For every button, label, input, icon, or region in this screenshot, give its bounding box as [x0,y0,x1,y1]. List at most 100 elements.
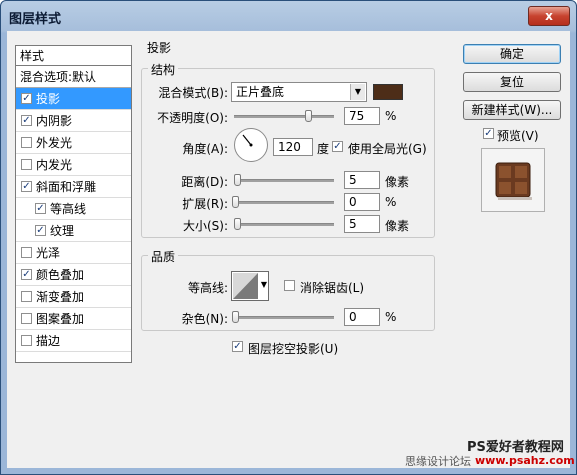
reset-button[interactable]: 复位 [463,72,561,92]
opacity-slider-thumb[interactable] [305,110,312,122]
style-item-checkbox[interactable] [21,159,32,170]
angle-needle-icon [242,134,253,147]
style-item[interactable]: ✓ 斜面和浮雕 [16,176,131,198]
preview-checkbox[interactable]: ✓ [483,128,494,139]
style-item-checkbox[interactable] [21,247,32,258]
knockout-label: 图层挖空投影(U) [248,342,339,356]
spread-label: 扩展(R): [182,197,228,211]
chevron-down-icon: ▼ [260,280,267,289]
anti-alias-label: 消除锯齿(L) [300,281,365,295]
contour-curve-icon [233,273,258,299]
size-unit: 像素 [385,219,410,233]
noise-label: 杂色(N): [181,312,228,326]
style-item-label: 内发光 [36,157,73,172]
style-item-label: 颜色叠加 [36,267,85,282]
preview-label: 预览(V) [497,129,539,143]
new-style-button[interactable]: 新建样式(W)... [463,100,561,120]
size-input[interactable]: 5 [344,215,380,233]
shadow-color-swatch[interactable] [373,84,403,100]
noise-input[interactable]: 0 [344,308,380,326]
size-slider[interactable] [234,218,334,230]
blend-mode-select[interactable]: 正片叠底 ▼ [231,82,367,102]
style-item[interactable]: 描边 [16,330,131,352]
close-button[interactable]: x [528,6,570,26]
size-label: 大小(S): [182,219,228,233]
style-item[interactable]: ✓ 纹理 [16,220,131,242]
blend-mode-value: 正片叠底 [236,85,285,99]
style-item-label: 等高线 [50,201,87,216]
distance-input[interactable]: 5 [344,171,380,189]
style-item-label: 投影 [36,91,61,106]
spread-slider-thumb[interactable] [232,196,239,208]
blending-options-item[interactable]: 混合选项:默认 [16,66,131,88]
ok-button[interactable]: 确定 [463,44,561,64]
opacity-label: 不透明度(O): [157,111,228,125]
styles-header[interactable]: 样式 [16,46,131,66]
size-slider-thumb[interactable] [234,218,241,230]
angle-unit: 度 [317,142,330,156]
opacity-unit: % [385,109,397,123]
distance-slider-thumb[interactable] [234,174,241,186]
style-item[interactable]: 外发光 [16,132,131,154]
style-item-checkbox[interactable] [21,137,32,148]
knockout-checkbox[interactable]: ✓ [232,341,243,352]
structure-group: 结构 混合模式(B): 正片叠底 ▼ 不透明度(O): 75 % 角度(A): … [141,61,435,238]
angle-input[interactable]: 120 [273,138,313,156]
noise-unit: % [385,310,397,324]
style-item[interactable]: 图案叠加 [16,308,131,330]
opacity-input[interactable]: 75 [344,107,380,125]
style-item-label: 渐变叠加 [36,289,85,304]
chevron-down-icon: ▼ [350,84,365,100]
noise-slider-thumb[interactable] [232,311,239,323]
distance-unit: 像素 [385,175,410,189]
window-title: 图层样式 [9,12,62,27]
style-item[interactable]: 内发光 [16,154,131,176]
quality-group: 品质 等高线: ▼ 消除锯齿(L) 杂色(N): 0 % [141,248,435,331]
style-item[interactable]: ✓ 等高线 [16,198,131,220]
opacity-slider[interactable] [234,110,334,122]
global-light-label: 使用全局光(G) [348,142,427,156]
distance-label: 距离(D): [181,175,228,189]
title-bar[interactable]: 图层样式 x [1,1,576,31]
style-item[interactable]: ✓ 颜色叠加 [16,264,131,286]
style-item[interactable]: 渐变叠加 [16,286,131,308]
style-item-checkbox[interactable]: ✓ [21,181,32,192]
style-item-checkbox[interactable]: ✓ [35,225,46,236]
spread-input[interactable]: 0 [344,193,380,211]
style-item-label: 纹理 [50,223,75,238]
blend-mode-label: 混合模式(B): [158,86,228,100]
watermark-forum: 思缘设计论坛 [405,455,471,468]
style-item-checkbox[interactable]: ✓ [21,115,32,126]
styles-list: 样式 混合选项:默认 ✓ 投影 ✓ 内阴影 外发光 内发光 ✓ 斜面和浮雕 ✓ 等高线 ✓ 纹理 光泽 ✓… [15,45,132,363]
style-item-checkbox[interactable] [21,291,32,302]
dialog-body: 样式 混合选项:默认 ✓ 投影 ✓ 内阴影 外发光 内发光 ✓ 斜面和浮雕 ✓ 等高线 ✓ 纹理 光泽 ✓… [7,31,575,468]
global-light-checkbox[interactable]: ✓ [332,141,343,152]
structure-title: 结构 [148,61,179,78]
style-item-checkbox[interactable] [21,313,32,324]
style-item-checkbox[interactable] [21,335,32,346]
contour-label: 等高线: [187,281,228,295]
spread-unit: % [385,195,397,209]
style-item-label: 光泽 [36,245,61,260]
style-item-checkbox[interactable]: ✓ [21,93,32,104]
style-item-label: 外发光 [36,135,73,150]
contour-picker[interactable]: ▼ [231,271,269,301]
style-item[interactable]: 光泽 [16,242,131,264]
noise-slider[interactable] [232,311,334,323]
style-item-checkbox[interactable]: ✓ [35,203,46,214]
angle-label: 角度(A): [182,142,228,156]
drop-shadow-title: 投影 [145,39,174,56]
style-item-label: 描边 [36,333,61,348]
watermark-title: PS爱好者教程网 [467,440,564,455]
style-item-label: 图案叠加 [36,311,85,326]
preview-image [482,149,544,211]
spread-slider[interactable] [232,196,334,208]
style-item-checkbox[interactable]: ✓ [21,269,32,280]
style-item[interactable]: ✓ 投影 [16,88,131,110]
angle-dial[interactable] [234,128,268,162]
style-item[interactable]: ✓ 内阴影 [16,110,131,132]
anti-alias-checkbox[interactable] [284,280,295,291]
watermark-url: www.psahz.com [475,454,575,467]
distance-slider[interactable] [234,174,334,186]
quality-title: 品质 [148,248,179,265]
